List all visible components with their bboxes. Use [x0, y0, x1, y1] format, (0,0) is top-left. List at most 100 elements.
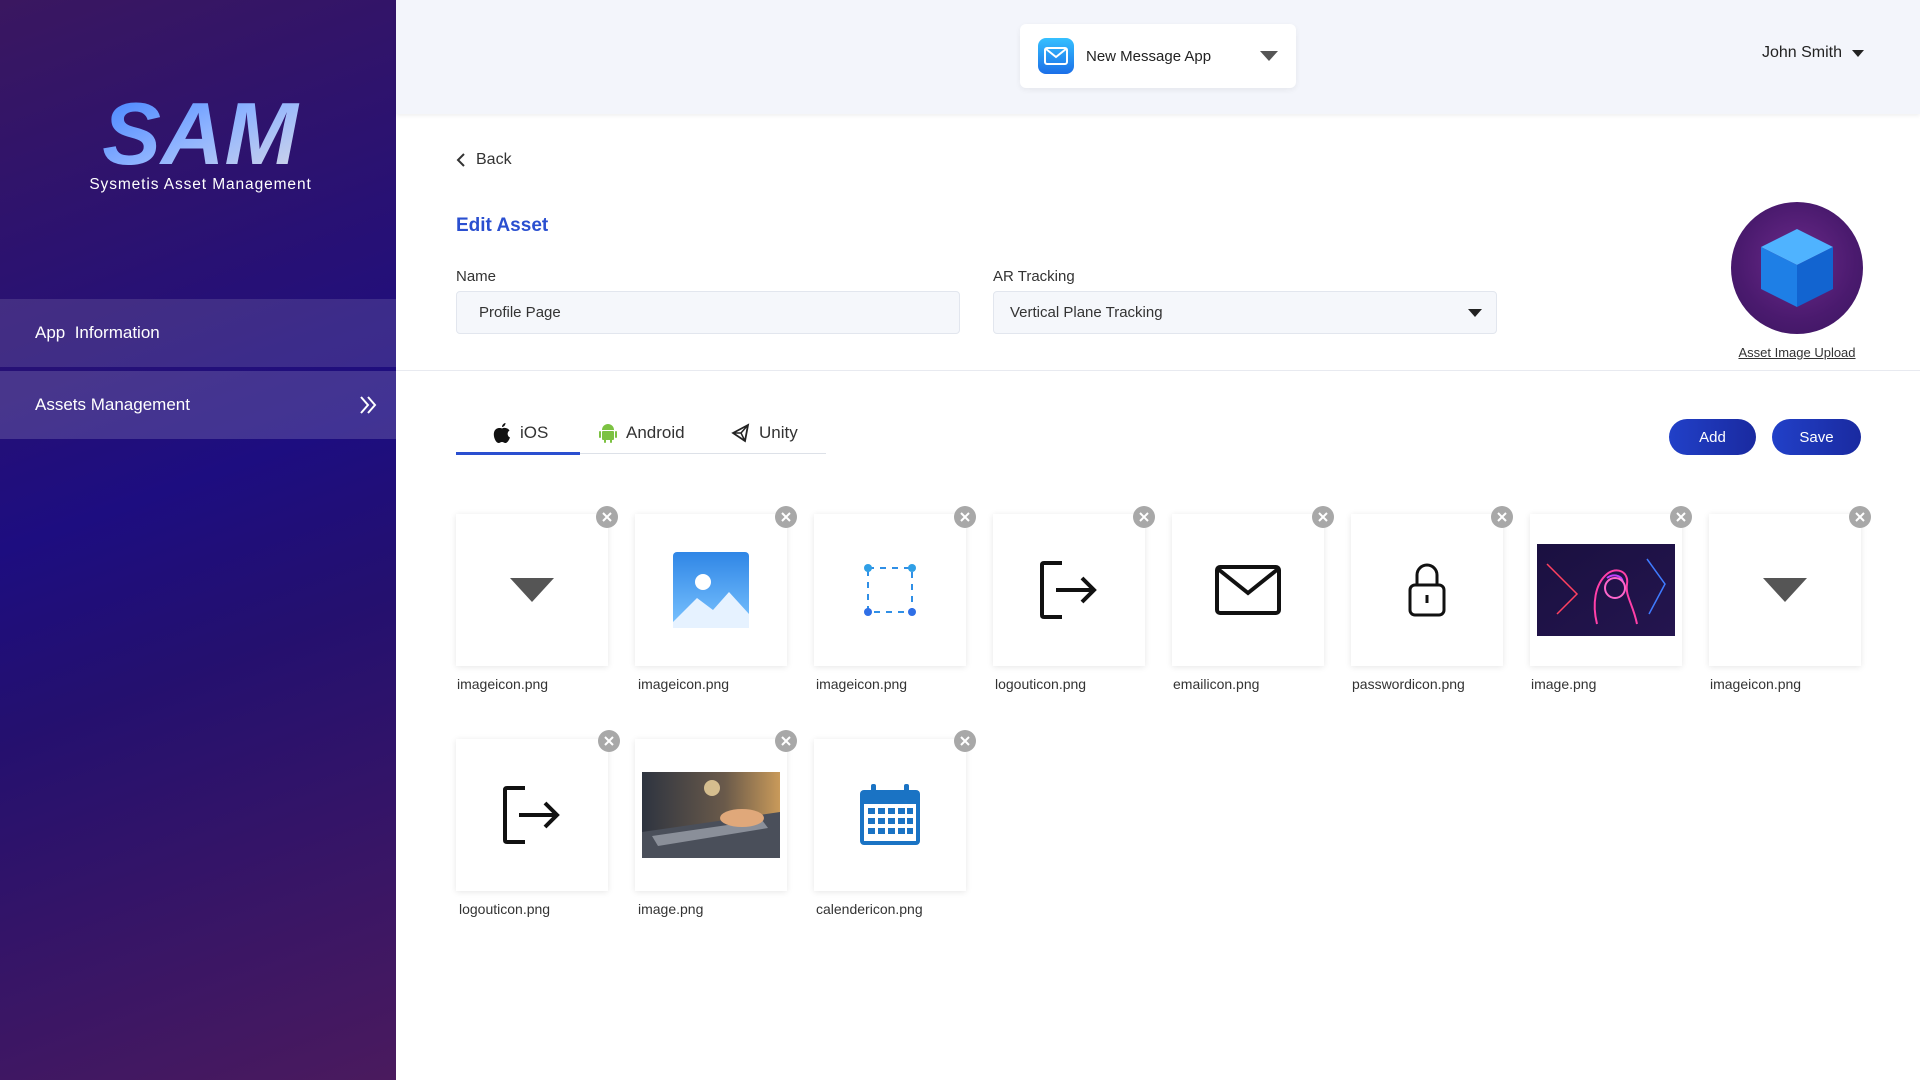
active-tab-indicator: [456, 452, 580, 455]
sam-logo: SAM Sysmetis Asset Management: [88, 84, 313, 200]
android-icon: [599, 424, 617, 443]
asset-tile[interactable]: [456, 739, 608, 891]
asset-filename: image.png: [1531, 676, 1597, 692]
asset-tile[interactable]: [814, 514, 966, 666]
app-selector-label: New Message App: [1086, 47, 1212, 65]
tab-ios[interactable]: iOS: [492, 412, 548, 454]
asset-filename: imageicon.png: [816, 676, 908, 692]
asset-filename: imageicon.png: [1710, 676, 1802, 692]
app-selector[interactable]: New Message App: [1020, 24, 1296, 88]
remove-asset-button[interactable]: [1670, 506, 1692, 528]
asset-filename: image.png: [638, 901, 704, 917]
email-icon: [1215, 565, 1281, 615]
close-icon: [781, 512, 791, 522]
save-button[interactable]: Save: [1772, 419, 1861, 455]
caret-down-icon: [1763, 578, 1807, 602]
svg-text:SAM: SAM: [102, 88, 299, 178]
asset-tile[interactable]: [456, 514, 608, 666]
sidebar-item-app-information[interactable]: App Information: [0, 299, 396, 367]
close-icon: [1497, 512, 1507, 522]
remove-asset-button[interactable]: [1133, 506, 1155, 528]
close-icon: [1855, 512, 1865, 522]
tab-android[interactable]: Android: [598, 412, 685, 454]
remove-asset-button[interactable]: [775, 506, 797, 528]
logo-subtitle: Sysmetis Asset Management: [89, 176, 312, 193]
logout-icon: [503, 786, 560, 844]
chevron-left-icon: [456, 153, 465, 167]
asset-filename: logouticon.png: [459, 901, 551, 917]
tab-label: iOS: [520, 423, 549, 442]
name-field[interactable]: [456, 291, 960, 334]
asset-filename: passwordicon.png: [1352, 676, 1465, 692]
caret-down-icon: [510, 578, 554, 602]
platform-tabs: iOS Android Unity: [456, 412, 826, 455]
close-icon: [602, 512, 612, 522]
asset-tile[interactable]: [1351, 514, 1503, 666]
sam-logo-mark: SAM: [102, 84, 299, 183]
asset-image-preview[interactable]: [1731, 202, 1863, 334]
page-title: Edit Asset: [456, 215, 549, 236]
tab-label: Android: [626, 423, 685, 442]
calendar-icon: [860, 784, 920, 845]
asset-tile[interactable]: [1530, 514, 1682, 666]
remove-asset-button[interactable]: [775, 730, 797, 752]
close-icon: [960, 512, 970, 522]
picture-icon: [673, 552, 749, 628]
remove-asset-button[interactable]: [596, 506, 618, 528]
sidebar-item-label: App Information: [35, 323, 160, 342]
close-icon: [781, 736, 791, 746]
caret-down-icon: [1852, 49, 1864, 57]
laptop-photo-image: [642, 772, 780, 858]
close-icon: [1318, 512, 1328, 522]
asset-filename: imageicon.png: [638, 676, 730, 692]
remove-asset-button[interactable]: [1312, 506, 1334, 528]
close-icon: [604, 736, 614, 746]
remove-asset-button[interactable]: [598, 730, 620, 752]
close-icon: [1139, 512, 1149, 522]
asset-filename: emailicon.png: [1173, 676, 1260, 692]
ar-tracking-select[interactable]: Vertical Plane Tracking: [993, 291, 1497, 334]
apple-icon: [493, 423, 510, 443]
add-button[interactable]: Add: [1669, 419, 1756, 455]
selection-box-icon: [864, 564, 916, 616]
asset-image-upload-link[interactable]: Asset Image Upload: [1700, 345, 1894, 360]
sidebar: SAM Sysmetis Asset Management App Inform…: [0, 0, 396, 1080]
back-label: Back: [476, 151, 512, 168]
asset-tile[interactable]: [635, 514, 787, 666]
remove-asset-button[interactable]: [1491, 506, 1513, 528]
ar-tracking-value: Vertical Plane Tracking: [1010, 304, 1163, 321]
user-name: John Smith: [1761, 44, 1842, 61]
tab-unity[interactable]: Unity: [731, 412, 798, 454]
asset-filename: logouticon.png: [995, 676, 1087, 692]
caret-down-icon: [1260, 51, 1278, 61]
close-icon: [960, 736, 970, 746]
top-bar: New Message App John Smith: [396, 0, 1920, 114]
sidebar-item-assets-management[interactable]: Assets Management: [0, 371, 396, 439]
asset-tile[interactable]: [1709, 514, 1861, 666]
neon-figure-image: [1537, 544, 1675, 636]
message-app-icon: [1038, 38, 1074, 74]
logout-icon: [1040, 561, 1097, 619]
section-divider: [396, 370, 1920, 371]
ar-tracking-label: AR Tracking: [993, 268, 1075, 285]
user-menu[interactable]: John Smith: [1762, 44, 1864, 62]
back-link[interactable]: Back: [456, 151, 512, 169]
sidebar-item-label: Assets Management: [35, 395, 190, 414]
remove-asset-button[interactable]: [954, 506, 976, 528]
remove-asset-button[interactable]: [954, 730, 976, 752]
name-label: Name: [456, 268, 497, 285]
asset-tile[interactable]: [993, 514, 1145, 666]
asset-filename: calendericon.png: [816, 901, 923, 917]
lock-icon: [1408, 563, 1446, 617]
asset-tile[interactable]: [814, 739, 966, 891]
cube-icon: [1761, 229, 1833, 307]
caret-down-icon: [1468, 309, 1482, 317]
double-chevron-right-icon: [360, 396, 377, 414]
asset-filename: imageicon.png: [457, 676, 549, 692]
asset-tile[interactable]: [635, 739, 787, 891]
asset-tile[interactable]: [1172, 514, 1324, 666]
remove-asset-button[interactable]: [1849, 506, 1871, 528]
unity-icon: [731, 423, 750, 443]
tab-label: Unity: [759, 423, 798, 442]
close-icon: [1676, 512, 1686, 522]
